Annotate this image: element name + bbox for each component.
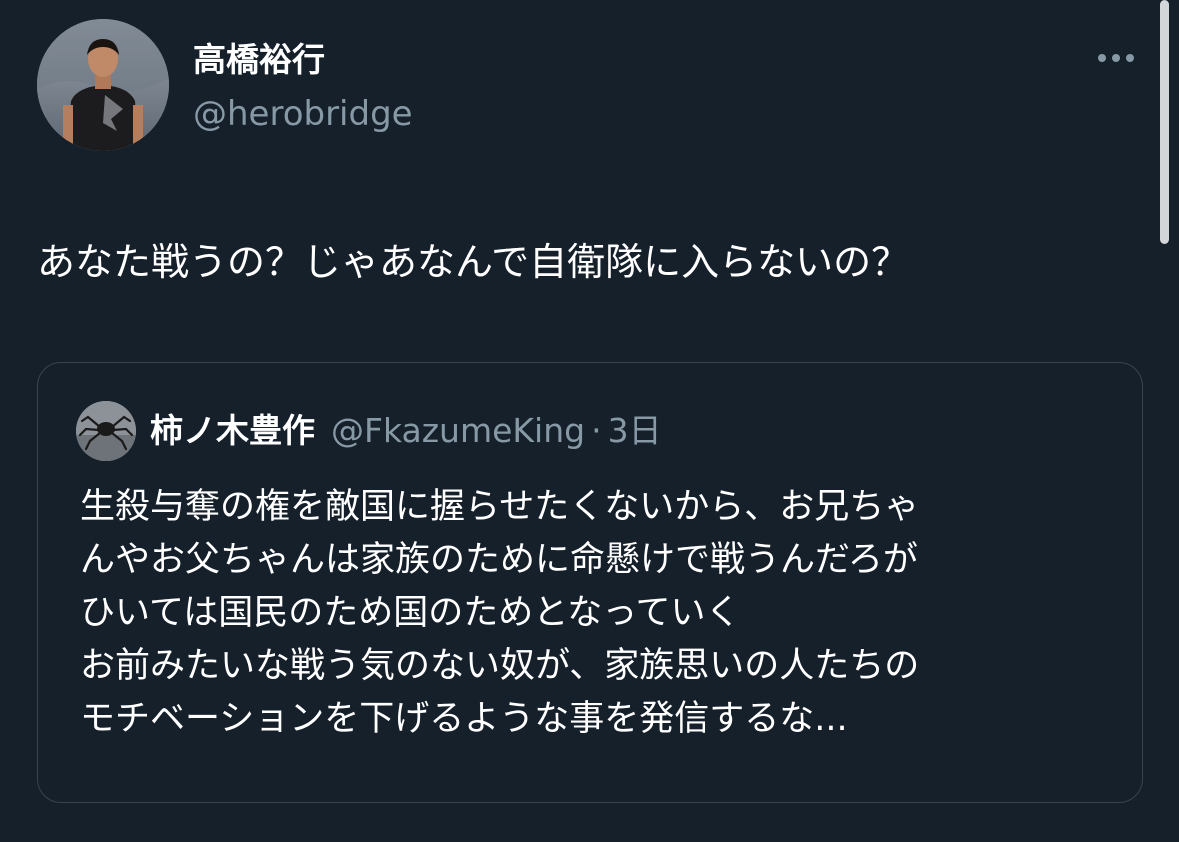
quoted-text-line: モチベーションを下げるような事を発信するな...	[80, 699, 848, 739]
quoted-author-avatar[interactable]	[76, 401, 136, 461]
tweet-text: あなた戦うの？じゃあなんで自衛隊に入らないの？	[37, 240, 910, 284]
quoted-text-line: お前みたいな戦う気のない奴が、家族思いの人たちの	[80, 646, 920, 686]
quoted-tweet-header: 柿ノ木豊作 @FkazumeKing · 3日	[150, 407, 662, 455]
quoted-text-line: 生殺与奪の権を敵国に握らせたくないから、お兄ちゃ	[80, 487, 920, 527]
scrollbar[interactable]	[1160, 0, 1169, 244]
quoted-author-name[interactable]: 柿ノ木豊作	[150, 407, 315, 455]
quoted-text-line: ひいては国民のため国のためとなっていく	[80, 593, 741, 633]
quoted-author-handle[interactable]: @FkazumeKing	[331, 407, 585, 455]
quoted-tweet-card[interactable]: 柿ノ木豊作 @FkazumeKing · 3日 生殺与奪の権を敵国に握らせたくな…	[37, 362, 1143, 803]
quoted-timestamp[interactable]: 3日	[608, 407, 662, 455]
author-handle[interactable]: @herobridge	[193, 92, 413, 136]
quoted-text-line: んやお父ちゃんは家族のために命懸けで戦うんだろが	[80, 540, 918, 580]
author-avatar[interactable]	[37, 19, 169, 151]
tweet-detail: 高橋裕行 @herobridge あなた戦うの？じゃあなんで自衛隊に入らないの？	[0, 0, 1179, 842]
author-name[interactable]: 高橋裕行	[193, 38, 325, 82]
header-separator: ·	[591, 411, 602, 450]
more-options-button[interactable]	[1092, 42, 1140, 74]
more-horizontal-icon	[1098, 54, 1134, 62]
quoted-tweet-text: 生殺与奪の権を敵国に握らせたくないから、お兄ちゃ んやお父ちゃんは家族のために命…	[80, 481, 919, 746]
